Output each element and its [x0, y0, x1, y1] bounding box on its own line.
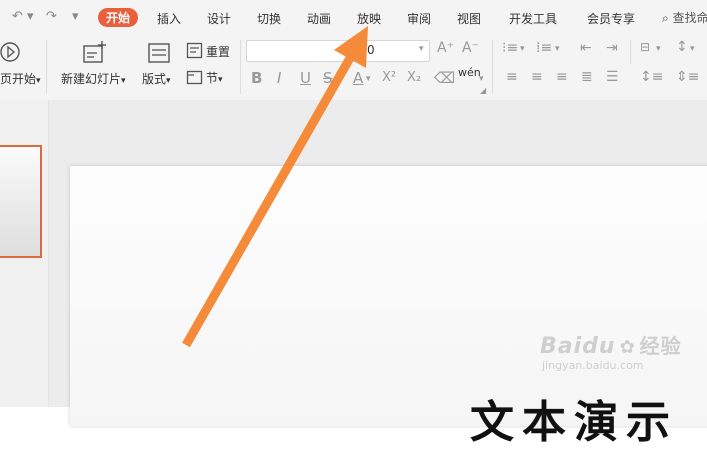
slide-thumbnail-panel [0, 100, 49, 407]
undo-icon[interactable]: ↶ ▾ [12, 9, 34, 24]
pinyin-guide-button[interactable]: wén [458, 66, 481, 79]
layout-icon[interactable] [147, 42, 171, 64]
customize-quick-access-icon[interactable]: ▾ [72, 9, 79, 24]
bullet-list-icon[interactable]: ⁝≡ [502, 40, 518, 56]
chevron-down-icon[interactable]: ▾ [520, 44, 525, 54]
underline-button[interactable]: U [300, 69, 311, 87]
font-family-input[interactable] [246, 40, 368, 62]
search-icon: ⌕ [662, 11, 669, 25]
chevron-down-icon[interactable]: ▾ [366, 74, 371, 84]
bold-button[interactable]: B [251, 69, 262, 87]
font-size-value: 0 [367, 43, 375, 57]
paw-icon: ✿ [619, 337, 636, 358]
watermark-brand: Baidu [540, 334, 616, 359]
align-right-icon[interactable]: ≡ [556, 69, 568, 85]
slide-title-text[interactable]: 文本演示 [470, 386, 678, 450]
reset-label[interactable]: 重置 [206, 43, 230, 60]
chevron-down-icon[interactable]: ▾ [656, 44, 661, 54]
menu-bar: ↶ ▾ ↷ ▾ 开始 插入 设计 切换 动画 放映 审阅 视图 开发工具 会员专… [0, 0, 707, 34]
ribbon-toolbar: 页开始▾ 新建幻灯片▾ 版式▾ 重置 节▾ 0 ▾ A⁺ A⁻ B I U S … [0, 34, 707, 101]
slide-canvas[interactable]: 文本演示 [70, 166, 707, 448]
reset-icon[interactable] [186, 42, 203, 59]
divider [240, 40, 241, 94]
play-from-current-label: 页开始 [0, 72, 37, 86]
play-from-current-button[interactable]: 页开始▾ [0, 70, 41, 87]
align-center-icon[interactable]: ≡ [531, 69, 543, 85]
tab-developer[interactable]: 开发工具 [509, 10, 557, 27]
numbered-list-icon[interactable]: ⁞≡ [536, 40, 552, 56]
decrease-indent-icon[interactable]: ⇤ [580, 40, 592, 56]
divider [492, 40, 493, 94]
layout-label: 版式 [142, 72, 167, 86]
increase-font-icon[interactable]: A⁺ [437, 40, 454, 56]
tab-member[interactable]: 会员专享 [587, 10, 635, 27]
align-left-icon[interactable]: ≡ [506, 69, 518, 85]
baidu-jingyan-watermark: Baidu ✿ 经验 jingyan.baidu.com [540, 330, 682, 372]
tab-animation[interactable]: 动画 [307, 10, 331, 27]
search-box[interactable]: ⌕ 查找命 [662, 9, 707, 26]
tab-home[interactable]: 开始 [98, 8, 139, 27]
decrease-font-icon[interactable]: A⁻ [462, 40, 479, 56]
new-slide-icon[interactable] [82, 40, 108, 66]
search-label: 查找命 [672, 11, 707, 25]
new-slide-button[interactable]: 新建幻灯片▾ [61, 70, 126, 87]
tab-slideshow[interactable]: 放映 [357, 10, 381, 27]
chevron-down-icon: ▾ [419, 44, 424, 54]
font-dialog-launcher-icon[interactable]: ◢ [480, 86, 486, 95]
tab-design[interactable]: 设计 [207, 10, 231, 27]
tab-review[interactable]: 审阅 [407, 10, 431, 27]
font-color-button[interactable]: A [353, 69, 363, 87]
section-icon[interactable] [186, 68, 203, 85]
divider [46, 40, 47, 94]
chevron-down-icon[interactable]: ▾ [555, 44, 560, 54]
chevron-down-icon[interactable]: ▾ [690, 44, 695, 54]
italic-button[interactable]: I [277, 69, 281, 87]
layout-button[interactable]: 版式▾ [142, 70, 171, 87]
tab-transition[interactable]: 切换 [257, 10, 281, 27]
sort-icon[interactable]: ↕ [676, 39, 688, 55]
divider [630, 40, 631, 64]
section-label: 节 [206, 71, 219, 85]
new-slide-label: 新建幻灯片 [61, 72, 122, 86]
justify-icon[interactable]: ≣ [581, 69, 593, 85]
chevron-down-icon[interactable]: ▾ [479, 74, 484, 84]
play-icon[interactable] [0, 40, 22, 64]
superscript-button[interactable]: X² [382, 70, 396, 85]
distribute-icon[interactable]: ☰ [606, 69, 619, 85]
strikethrough-button[interactable]: S [323, 69, 333, 87]
eraser-icon[interactable]: ⌫ [434, 69, 455, 87]
slide-thumbnail[interactable] [0, 145, 42, 258]
paragraph-spacing-icon[interactable]: ⇕≡ [676, 69, 699, 85]
watermark-brand-cn: 经验 [639, 334, 682, 358]
section-button[interactable]: 节▾ [206, 69, 223, 86]
tab-insert[interactable]: 插入 [157, 10, 181, 27]
font-size-input[interactable]: 0 ▾ [362, 40, 430, 62]
increase-indent-icon[interactable]: ⇥ [606, 40, 618, 56]
text-direction-icon[interactable]: ⊟ [640, 40, 650, 54]
redo-icon[interactable]: ↷ [46, 9, 57, 24]
tab-view[interactable]: 视图 [457, 10, 481, 27]
subscript-button[interactable]: X₂ [407, 70, 421, 85]
line-spacing-icon[interactable]: ↕≡ [640, 69, 663, 85]
watermark-url: jingyan.baidu.com [542, 359, 644, 372]
